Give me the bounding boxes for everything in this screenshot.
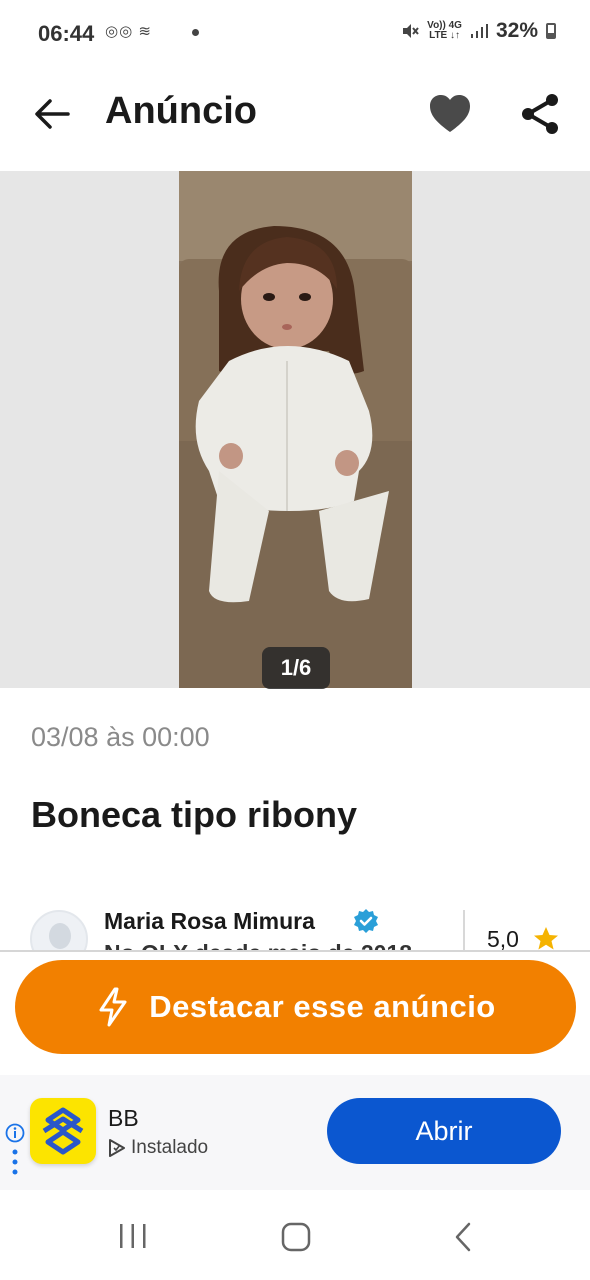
- network-indicator: Vo)) 4G LTE ↓↑: [427, 21, 462, 41]
- status-bar: 06:44 ◎◎ ≋ Vo)) 4G LTE ↓↑ 32%: [0, 0, 590, 68]
- highlight-ad-button[interactable]: Destacar esse anúncio: [15, 960, 576, 1054]
- arrow-left-icon[interactable]: [28, 90, 76, 138]
- ad-banner: BB Instalado Abrir: [0, 1075, 590, 1190]
- seller-row[interactable]: Maria Rosa Mimura No OLX desde maio de 2…: [0, 900, 590, 952]
- avatar[interactable]: [30, 910, 88, 952]
- battery-percent: 32%: [495, 19, 538, 42]
- seller-divider: [463, 910, 465, 952]
- bb-app-logo[interactable]: [30, 1098, 96, 1164]
- bb-logo-icon: [42, 1107, 84, 1155]
- highlight-ad-label: Destacar esse anúncio: [149, 989, 496, 1024]
- play-store-icon: [109, 1139, 125, 1157]
- image-counter: 1/6: [262, 647, 330, 689]
- lightning-icon: [99, 987, 127, 1027]
- network-sub: LTE ↓↑: [429, 30, 461, 41]
- battery-icon: [546, 23, 556, 39]
- section-divider: [0, 950, 590, 952]
- listing-photo[interactable]: [179, 171, 412, 688]
- status-right: Vo)) 4G LTE ↓↑ 32%: [401, 19, 556, 43]
- verified-badge-icon: [354, 909, 378, 933]
- doll-photo: [179, 171, 412, 688]
- more-options-icon[interactable]: [12, 1149, 18, 1175]
- home-icon[interactable]: [281, 1222, 311, 1252]
- notification-icons: ◎◎ ≋: [105, 23, 152, 40]
- image-gallery[interactable]: [0, 171, 590, 688]
- seller-name[interactable]: Maria Rosa Mimura: [104, 908, 315, 935]
- recent-apps-icon[interactable]: [117, 1222, 149, 1250]
- page-title: Anúncio: [105, 90, 257, 132]
- app-bar: Anúncio: [0, 68, 590, 168]
- ad-app-name: BB: [108, 1105, 139, 1131]
- status-time: 06:44: [38, 21, 95, 46]
- open-app-button[interactable]: Abrir: [327, 1098, 561, 1164]
- mute-icon: [403, 24, 419, 38]
- notification-dot: [192, 29, 199, 36]
- back-nav-icon[interactable]: [452, 1222, 474, 1252]
- share-icon[interactable]: [516, 90, 564, 138]
- heart-icon[interactable]: [426, 92, 474, 136]
- listing-title: Boneca tipo ribony: [31, 794, 358, 835]
- info-icon[interactable]: [5, 1123, 25, 1143]
- seller-rating: 5,0: [487, 926, 519, 952]
- listing-date: 03/08 às 00:00: [31, 722, 210, 752]
- signal-icon: [470, 24, 488, 38]
- system-nav-bar: [0, 1190, 590, 1280]
- ad-install-status: Instalado: [131, 1137, 209, 1158]
- star-icon: [534, 927, 558, 950]
